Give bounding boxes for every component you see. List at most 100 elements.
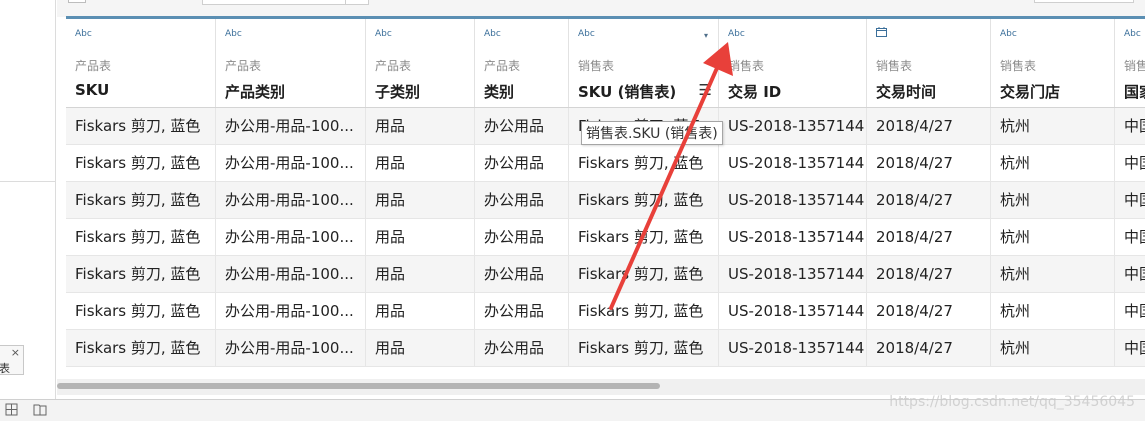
left-table-chip[interactable]: × 表 (0, 345, 24, 375)
table-cell[interactable]: 2018/4/27 (867, 108, 991, 144)
table-cell[interactable]: 用品 (366, 293, 475, 329)
table-cell[interactable]: Fiskars 剪刀, 蓝色 (66, 330, 216, 366)
table-cell[interactable]: 中国 (1115, 330, 1145, 366)
table-cell[interactable]: 2018/4/27 (867, 182, 991, 218)
string-type-icon[interactable]: Abc (578, 29, 595, 39)
table-cell[interactable]: 办公用-用品-100... (216, 182, 366, 218)
table-cell[interactable]: 杭州 (991, 182, 1115, 218)
table-row[interactable]: Fiskars 剪刀, 蓝色 办公用-用品-100... 用品 办公用品 Fis… (66, 330, 1145, 367)
table-cell[interactable]: US-2018-1357144 (719, 182, 867, 218)
table-cell[interactable]: Fiskars 剪刀, 蓝色 (66, 182, 216, 218)
table-cell[interactable]: 中国 (1115, 293, 1145, 329)
table-cell[interactable]: 用品 (366, 108, 475, 144)
column-header-country[interactable]: Abc 销售表 国家 (1115, 19, 1145, 107)
table-row[interactable]: Fiskars 剪刀, 蓝色 办公用-用品-100... 用品 办公用品 Fis… (66, 219, 1145, 256)
table-cell[interactable]: 2018/4/27 (867, 293, 991, 329)
column-header-sku[interactable]: Abc 产品表 SKU (66, 19, 216, 107)
toolbar-button[interactable] (68, 0, 86, 3)
table-cell[interactable]: 杭州 (991, 293, 1115, 329)
table-cell[interactable]: 办公用品 (475, 293, 569, 329)
table-cell[interactable]: 办公用-用品-100... (216, 330, 366, 366)
string-type-icon[interactable]: Abc (728, 29, 745, 39)
column-header-sku-sales[interactable]: Abc ▾ 销售表 SKU (销售表) ☰ (569, 19, 719, 107)
column-menu-icon[interactable]: ☰ (699, 81, 712, 99)
table-cell[interactable]: Fiskars 剪刀, 蓝色 (569, 145, 719, 181)
table-cell[interactable]: 2018/4/27 (867, 145, 991, 181)
table-cell[interactable]: 中国 (1115, 108, 1145, 144)
table-cell[interactable]: 杭州 (991, 108, 1115, 144)
table-cell[interactable]: 杭州 (991, 219, 1115, 255)
string-type-icon[interactable]: Abc (484, 29, 501, 39)
table-cell[interactable]: Fiskars 剪刀, 蓝色 (66, 256, 216, 292)
scrollbar-thumb[interactable] (57, 383, 660, 389)
table-cell[interactable]: 办公用-用品-100... (216, 145, 366, 181)
table-cell[interactable]: Fiskars 剪刀, 蓝色 (66, 108, 216, 144)
table-row[interactable]: Fiskars 剪刀, 蓝色 办公用-用品-100... 用品 办公用品 Fis… (66, 293, 1145, 330)
table-row[interactable]: Fiskars 剪刀, 蓝色 办公用-用品-100... 用品 办公用品 Fis… (66, 256, 1145, 293)
table-cell[interactable]: US-2018-1357144 (719, 108, 867, 144)
table-cell[interactable]: 办公用品 (475, 182, 569, 218)
column-header-category[interactable]: Abc 产品表 类别 (475, 19, 569, 107)
column-name: 类别 (484, 83, 515, 101)
sort-caret-icon[interactable]: ▾ (704, 31, 708, 40)
table-cell[interactable]: 2018/4/27 (867, 219, 991, 255)
table-cell[interactable]: 用品 (366, 219, 475, 255)
sheet-book-icon[interactable] (33, 403, 47, 420)
table-cell[interactable]: Fiskars 剪刀, 蓝色 (569, 293, 719, 329)
table-cell[interactable]: 办公用品 (475, 219, 569, 255)
table-row[interactable]: Fiskars 剪刀, 蓝色 办公用-用品-100... 用品 办公用品 Fis… (66, 145, 1145, 182)
table-cell[interactable]: 杭州 (991, 145, 1115, 181)
column-name: 交易 ID (728, 83, 782, 101)
close-icon[interactable]: × (11, 346, 20, 359)
table-cell[interactable]: US-2018-1357144 (719, 293, 867, 329)
table-cell[interactable]: 2018/4/27 (867, 256, 991, 292)
table-cell[interactable]: US-2018-1357144 (719, 330, 867, 366)
string-type-icon[interactable]: Abc (1124, 29, 1141, 39)
table-cell[interactable]: 中国 (1115, 219, 1145, 255)
toolbar-dropdown[interactable] (202, 0, 369, 5)
string-type-icon[interactable]: Abc (75, 29, 92, 39)
table-cell[interactable]: Fiskars 剪刀, 蓝色 (66, 219, 216, 255)
table-cell[interactable]: 办公用品 (475, 145, 569, 181)
column-header-transaction-id[interactable]: Abc 销售表 交易 ID (719, 19, 867, 107)
table-cell[interactable]: 办公用-用品-100... (216, 293, 366, 329)
table-cell[interactable]: Fiskars 剪刀, 蓝色 (569, 219, 719, 255)
calendar-icon[interactable] (876, 27, 887, 40)
table-cell[interactable]: Fiskars 剪刀, 蓝色 (569, 330, 719, 366)
table-cell[interactable]: US-2018-1357144 (719, 219, 867, 255)
column-header-subcategory[interactable]: Abc 产品表 子类别 (366, 19, 475, 107)
table-cell[interactable]: US-2018-1357144 (719, 145, 867, 181)
table-cell[interactable]: 办公用品 (475, 108, 569, 144)
table-cell[interactable]: Fiskars 剪刀, 蓝色 (66, 293, 216, 329)
table-row[interactable]: Fiskars 剪刀, 蓝色 办公用-用品-100... 用品 办公用品 Fis… (66, 182, 1145, 219)
column-name: 交易时间 (876, 83, 937, 101)
table-cell[interactable]: US-2018-1357144 (719, 256, 867, 292)
horizontal-scrollbar[interactable] (57, 379, 1145, 395)
table-cell[interactable]: Fiskars 剪刀, 蓝色 (66, 145, 216, 181)
table-cell[interactable]: 杭州 (991, 256, 1115, 292)
column-header-transaction-time[interactable]: 销售表 交易时间 (867, 19, 991, 107)
table-cell[interactable]: 办公用-用品-100... (216, 256, 366, 292)
table-cell[interactable]: 办公用-用品-100... (216, 219, 366, 255)
table-cell[interactable]: 办公用品 (475, 256, 569, 292)
table-cell[interactable]: 办公用-用品-100... (216, 108, 366, 144)
table-cell[interactable]: 用品 (366, 256, 475, 292)
table-cell[interactable]: 用品 (366, 145, 475, 181)
string-type-icon[interactable]: Abc (225, 29, 242, 39)
string-type-icon[interactable]: Abc (375, 29, 392, 39)
table-cell[interactable]: 用品 (366, 330, 475, 366)
table-cell[interactable]: 用品 (366, 182, 475, 218)
column-header-store[interactable]: Abc 销售表 交易门店 (991, 19, 1115, 107)
table-cell[interactable]: 办公用品 (475, 330, 569, 366)
table-cell[interactable]: 中国 (1115, 145, 1145, 181)
sheet-grid-icon[interactable] (5, 403, 18, 420)
string-type-icon[interactable]: Abc (1000, 29, 1017, 39)
table-cell[interactable]: 2018/4/27 (867, 330, 991, 366)
column-header-product-category[interactable]: Abc 产品表 产品类别 (216, 19, 366, 107)
toolbar-search[interactable] (1034, 0, 1134, 3)
table-cell[interactable]: 中国 (1115, 182, 1145, 218)
table-cell[interactable]: Fiskars 剪刀, 蓝色 (569, 182, 719, 218)
table-cell[interactable]: 中国 (1115, 256, 1145, 292)
table-cell[interactable]: Fiskars 剪刀, 蓝色 (569, 256, 719, 292)
table-cell[interactable]: 杭州 (991, 330, 1115, 366)
